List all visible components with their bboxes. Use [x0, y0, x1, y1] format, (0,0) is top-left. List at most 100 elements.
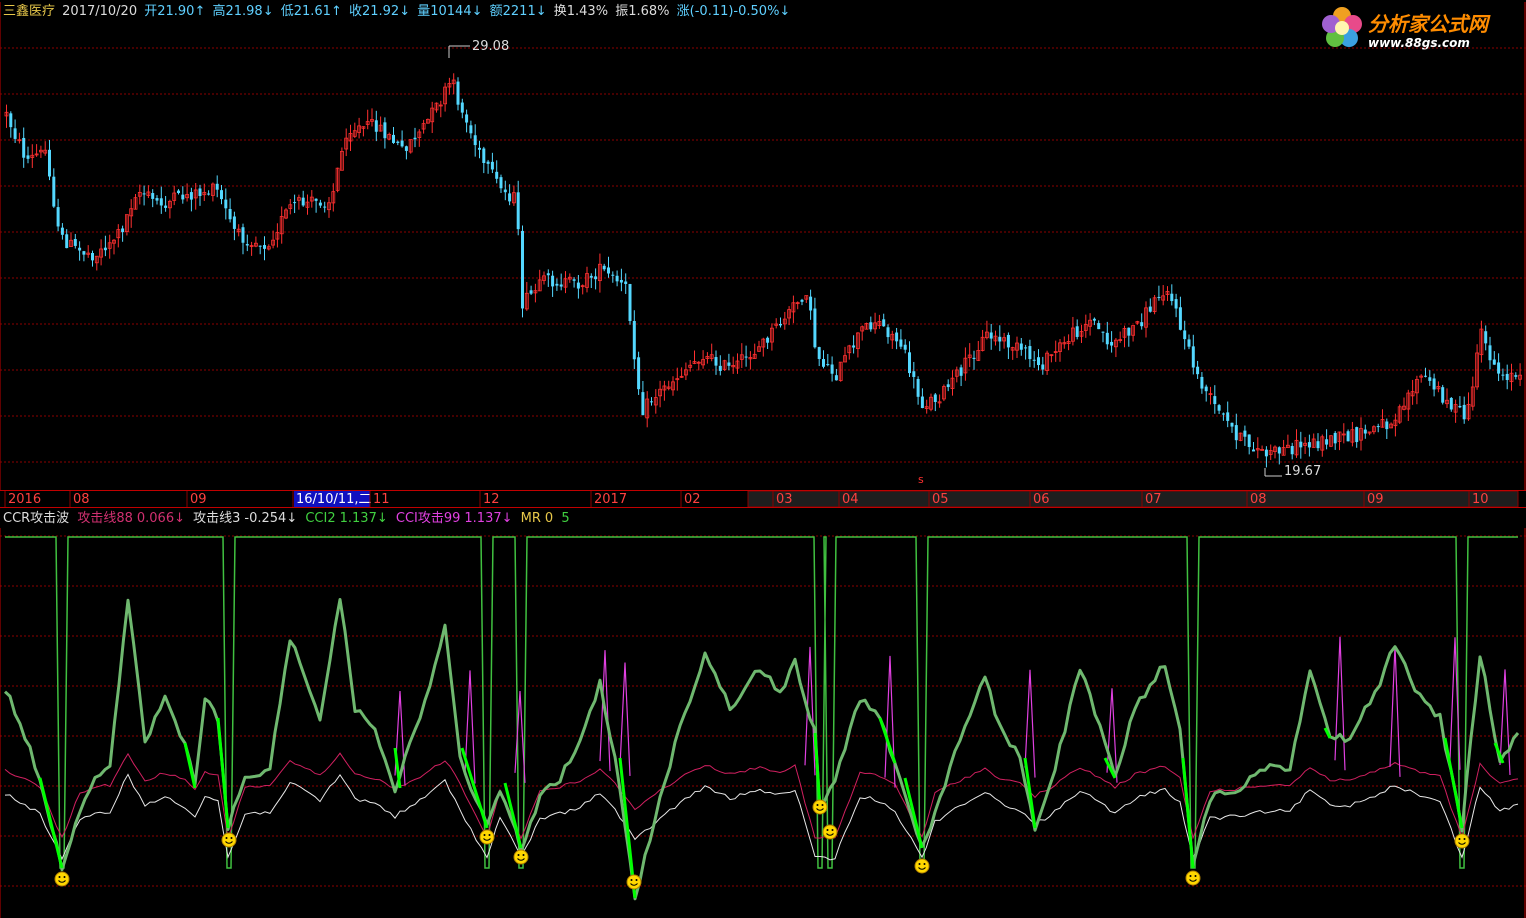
candle: [1458, 396, 1462, 409]
mr-label: MR: [520, 511, 541, 526]
candle: [946, 379, 950, 392]
indicator-name[interactable]: CCR攻击波: [3, 511, 69, 526]
candle: [1355, 426, 1359, 448]
candle: [1213, 385, 1217, 414]
time-axis-label: 11: [373, 492, 390, 507]
candle: [555, 278, 559, 291]
cci99-spike: [884, 655, 896, 788]
candle: [9, 111, 13, 138]
time-axis-scroll-region[interactable]: [747, 490, 1519, 508]
candle: [1311, 433, 1316, 448]
candle: [146, 185, 151, 199]
candle: [241, 223, 245, 255]
candle: [619, 268, 623, 292]
candle: [305, 194, 310, 215]
candle: [1436, 381, 1441, 393]
candle: [451, 73, 456, 95]
candle: [1174, 293, 1178, 318]
candle: [94, 255, 99, 271]
candle: [465, 109, 469, 133]
candle: [1131, 325, 1135, 342]
candle: [408, 139, 413, 154]
candle: [198, 184, 202, 206]
candle: [843, 346, 847, 363]
candle: [882, 313, 886, 327]
candle: [374, 110, 378, 142]
cci2-value: 1.137↓: [339, 511, 388, 526]
candle: [478, 140, 481, 159]
candle: [1114, 337, 1118, 358]
candle: [731, 356, 736, 374]
candle: [167, 199, 172, 219]
candle: [1303, 437, 1307, 454]
buy-signal-smiley-icon: [54, 871, 70, 887]
indicator-chart[interactable]: [0, 528, 1526, 918]
candle: [34, 144, 39, 157]
candle: [1083, 314, 1088, 338]
candle: [1165, 286, 1170, 302]
candle: [1148, 298, 1152, 313]
candle: [499, 174, 503, 193]
buy-signal-smiley-icon: [812, 799, 828, 815]
candle: [17, 132, 22, 144]
candle: [159, 186, 163, 214]
candle: [1097, 320, 1101, 330]
candle: [864, 322, 869, 330]
candle: [370, 108, 374, 127]
candle: [258, 245, 262, 255]
candle: [739, 343, 744, 368]
candle: [482, 146, 486, 174]
candle: [1432, 373, 1436, 397]
candle: [903, 339, 907, 354]
candle: [1376, 423, 1380, 433]
candle: [727, 353, 731, 371]
candle: [1062, 336, 1067, 349]
candle: [91, 250, 94, 267]
candle: [43, 141, 48, 156]
candle: [899, 329, 903, 350]
candle: [112, 239, 116, 255]
candle: [576, 274, 580, 299]
candle: [929, 393, 933, 412]
candle: [1325, 429, 1329, 450]
candle: [705, 352, 710, 364]
candle: [39, 145, 43, 158]
candle: [352, 122, 357, 138]
candle: [1341, 423, 1346, 444]
candle: [714, 350, 718, 375]
candle: [486, 159, 490, 174]
candle: [249, 241, 254, 256]
mr-value: 0: [544, 511, 554, 526]
candle: [804, 295, 809, 304]
indicator-header: CCR攻击波 攻击线88 0.066↓ 攻击线3 -0.254↓ CCI2 1.137…: [3, 510, 574, 528]
candle: [4, 104, 9, 128]
candle: [1470, 376, 1475, 411]
candle: [275, 223, 280, 248]
price-chart[interactable]: 29.08 19.67 s: [0, 0, 1526, 490]
candle: [959, 364, 963, 387]
candle: [748, 351, 753, 370]
candle: [877, 314, 882, 329]
candle: [1200, 372, 1204, 394]
candle: [245, 234, 249, 252]
candle: [210, 182, 215, 202]
candle: [1140, 313, 1144, 330]
candle: [563, 271, 568, 294]
candle: [456, 77, 460, 111]
candle: [1397, 404, 1402, 425]
candle: [1273, 445, 1277, 459]
candle: [1058, 339, 1062, 362]
candle: [559, 273, 563, 291]
candle: [129, 199, 134, 228]
candle: [1350, 421, 1355, 447]
candle: [766, 336, 770, 350]
time-axis-label: 07: [1145, 492, 1162, 507]
time-axis[interactable]: 2016 08 09 16/10/11,二 11 12 2017 02 03 04 05 06 07 08…: [0, 490, 1526, 508]
candle: [632, 310, 636, 370]
candle: [1299, 431, 1303, 459]
buy-signal-smiley-icon: [221, 832, 237, 848]
line88-value: 0.066↓: [136, 511, 185, 526]
cci99-label: CCI攻击99: [395, 511, 461, 526]
candle: [735, 353, 740, 374]
time-axis-label: 06: [1033, 492, 1050, 507]
